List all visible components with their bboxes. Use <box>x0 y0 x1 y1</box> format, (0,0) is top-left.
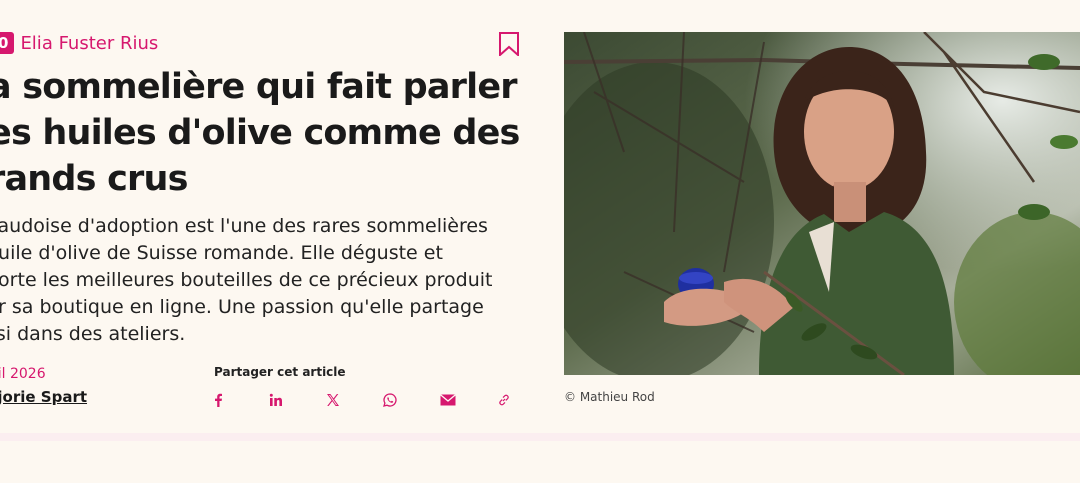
whatsapp-share-button[interactable] <box>383 389 440 411</box>
lead-line: ssi dans des ateliers. <box>0 323 186 345</box>
photo-credit: © Mathieu Rod <box>564 390 655 404</box>
copy-link-button[interactable] <box>497 389 554 411</box>
x-share-button[interactable] <box>326 389 383 411</box>
mail-icon <box>440 394 456 406</box>
linkedin-icon <box>269 393 282 406</box>
whatsapp-icon <box>383 393 397 407</box>
lead-line: Vaudoise d'adoption est l'une des rares … <box>0 215 488 237</box>
article-photo <box>564 32 1080 375</box>
linkedin-share-button[interactable] <box>269 389 326 411</box>
facebook-icon <box>215 393 222 407</box>
bookmark-icon <box>499 32 519 58</box>
author-link[interactable]: rjorie Spart <box>0 388 87 406</box>
lead-line: huile d'olive de Suisse romande. Elle dé… <box>0 242 443 264</box>
article-title: a sommelière qui fait parler es huiles d… <box>0 64 528 202</box>
bookmark-button[interactable] <box>498 32 520 58</box>
title-line: es huiles d'olive comme des <box>0 113 520 153</box>
kicker-name[interactable]: Elia Fuster Rius <box>20 33 158 54</box>
article-lead: Vaudoise d'adoption est l'une des rares … <box>0 213 506 348</box>
lead-line: porte les meilleures bouteilles de ce pr… <box>0 269 493 291</box>
publish-date: ril 2026 <box>0 366 46 382</box>
kicker-badge: 0 <box>0 32 15 54</box>
title-line: rands crus <box>0 159 188 199</box>
facebook-share-button[interactable] <box>212 389 269 411</box>
share-buttons <box>212 389 554 411</box>
email-share-button[interactable] <box>440 389 497 411</box>
lead-line: ur sa boutique en ligne. Une passion qu'… <box>0 296 484 318</box>
section-divider <box>0 433 1080 441</box>
portrait-photo <box>564 32 1080 375</box>
x-icon <box>327 394 339 406</box>
kicker: 0 Elia Fuster Rius <box>0 32 158 54</box>
title-line: a sommelière qui fait parler <box>0 67 518 107</box>
link-icon <box>499 394 509 406</box>
share-label: Partager cet article <box>214 365 346 379</box>
